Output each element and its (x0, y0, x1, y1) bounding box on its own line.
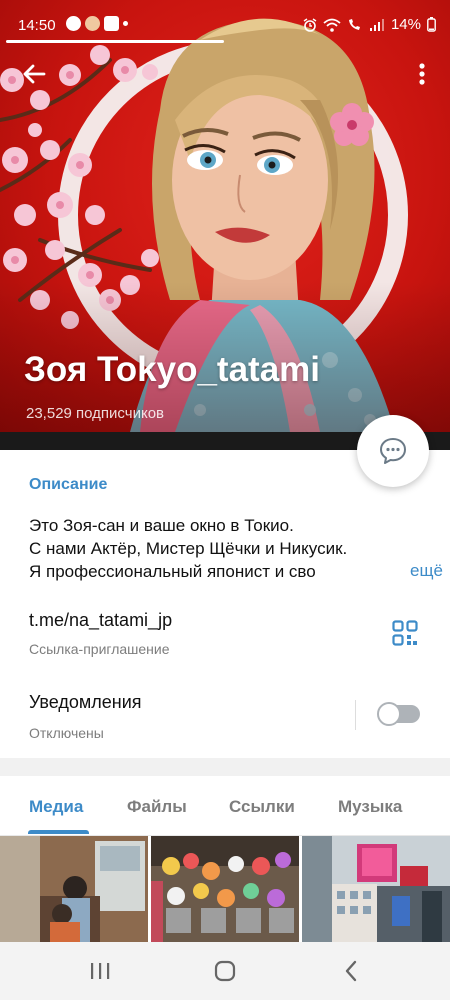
discussion-button[interactable] (357, 415, 429, 487)
notification-icon (104, 16, 119, 31)
notifications-label[interactable]: Уведомления (29, 692, 142, 713)
qr-code-icon[interactable] (392, 620, 418, 646)
description-line: Это Зоя-сан и ваше окно в Токио. (29, 516, 294, 535)
back-button[interactable] (18, 58, 50, 90)
notification-icons (66, 16, 128, 31)
status-bar: 14:50 14% (0, 0, 450, 50)
divider (355, 700, 356, 730)
notifications-toggle[interactable] (377, 702, 420, 726)
active-tab-indicator (28, 830, 89, 834)
home-icon[interactable] (211, 958, 239, 984)
wifi-icon (323, 18, 341, 32)
description-text[interactable]: Это Зоя-сан и ваше окно в Токио. С нами … (29, 514, 429, 583)
tab-links[interactable]: Ссылки (229, 797, 295, 817)
invite-link-caption: Ссылка-приглашение (29, 641, 170, 657)
more-options-button[interactable] (410, 58, 434, 90)
toggle-knob (377, 702, 401, 726)
invite-link[interactable]: t.me/na_tatami_jp (29, 610, 172, 631)
channel-header: 14:50 14% Зоя Tokyo_tatami 23,529 подпис… (0, 0, 450, 432)
alarm-icon (303, 17, 317, 32)
recent-apps-icon[interactable] (86, 958, 114, 984)
subscriber-count: 23,529 подписчиков (26, 405, 165, 422)
channel-title: Зоя Tokyo_tatami (24, 350, 321, 389)
section-divider (0, 758, 450, 776)
notification-icon (66, 16, 81, 31)
tab-music[interactable]: Музыка (338, 797, 402, 817)
media-thumbnail[interactable] (302, 836, 450, 942)
battery-icon (427, 17, 436, 32)
system-icons: 14% (303, 16, 436, 33)
status-time: 14:50 (18, 17, 56, 34)
tab-media[interactable]: Медиа (29, 797, 83, 817)
loading-progress-bar (6, 40, 224, 43)
media-thumbnail[interactable] (151, 836, 299, 942)
media-thumbnail[interactable] (0, 836, 148, 942)
signal-icon (369, 18, 384, 31)
description-line: Я профессиональный японист и сво (29, 562, 316, 581)
description-line: С нами Актёр, Мистер Щёчки и Никусик. (29, 539, 348, 558)
chat-bubble-icon (380, 438, 406, 464)
description-label: Описание (29, 476, 108, 493)
media-tabs: Медиа Файлы Ссылки Музыка (0, 776, 450, 836)
call-icon (348, 18, 360, 30)
system-navigation-bar (0, 942, 450, 1000)
more-notifications-icon (123, 21, 128, 26)
battery-percent: 14% (390, 16, 421, 33)
notifications-status: Отключены (29, 725, 104, 741)
tab-files[interactable]: Файлы (127, 797, 187, 817)
description-more-link[interactable]: ещё (392, 561, 443, 581)
back-icon[interactable] (338, 958, 366, 984)
media-grid (0, 836, 450, 942)
notification-icon (85, 16, 100, 31)
